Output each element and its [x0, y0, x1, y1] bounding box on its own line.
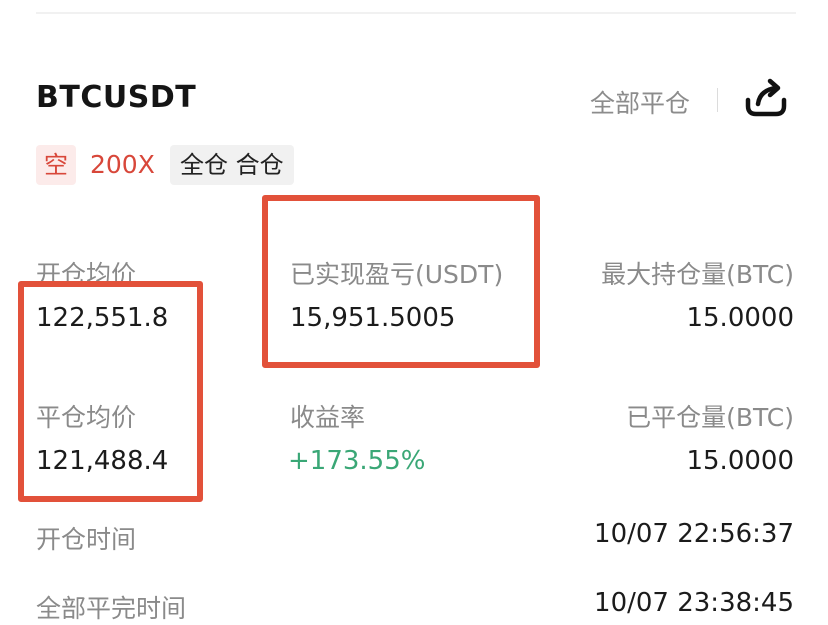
close-time-value: 10/07 23:38:45 [594, 588, 794, 618]
closed-volume-value: 15.0000 [686, 446, 794, 476]
margin-mode-badge: 全仓 合仓 [170, 145, 294, 185]
open-time-label: 开仓时间 [36, 525, 137, 554]
leverage-label: 200X [90, 150, 155, 179]
closed-volume-label: 已平仓量(BTC) [626, 403, 794, 432]
top-divider [36, 12, 796, 14]
roi-value: +173.55% [288, 446, 426, 476]
open-time-value: 10/07 22:56:37 [594, 519, 794, 549]
header-divider [717, 88, 718, 112]
highlight-box-prices [18, 281, 203, 502]
highlight-box-pnl [262, 195, 540, 368]
max-position-label: 最大持仓量(BTC) [601, 260, 794, 289]
side-short-badge: 空 [36, 145, 76, 185]
max-position-value: 15.0000 [686, 303, 794, 333]
close-all-button[interactable]: 全部平仓 [590, 84, 690, 120]
symbol-title: BTCUSDT [36, 80, 197, 115]
share-icon[interactable] [740, 76, 790, 120]
roi-label: 收益率 [290, 403, 366, 432]
